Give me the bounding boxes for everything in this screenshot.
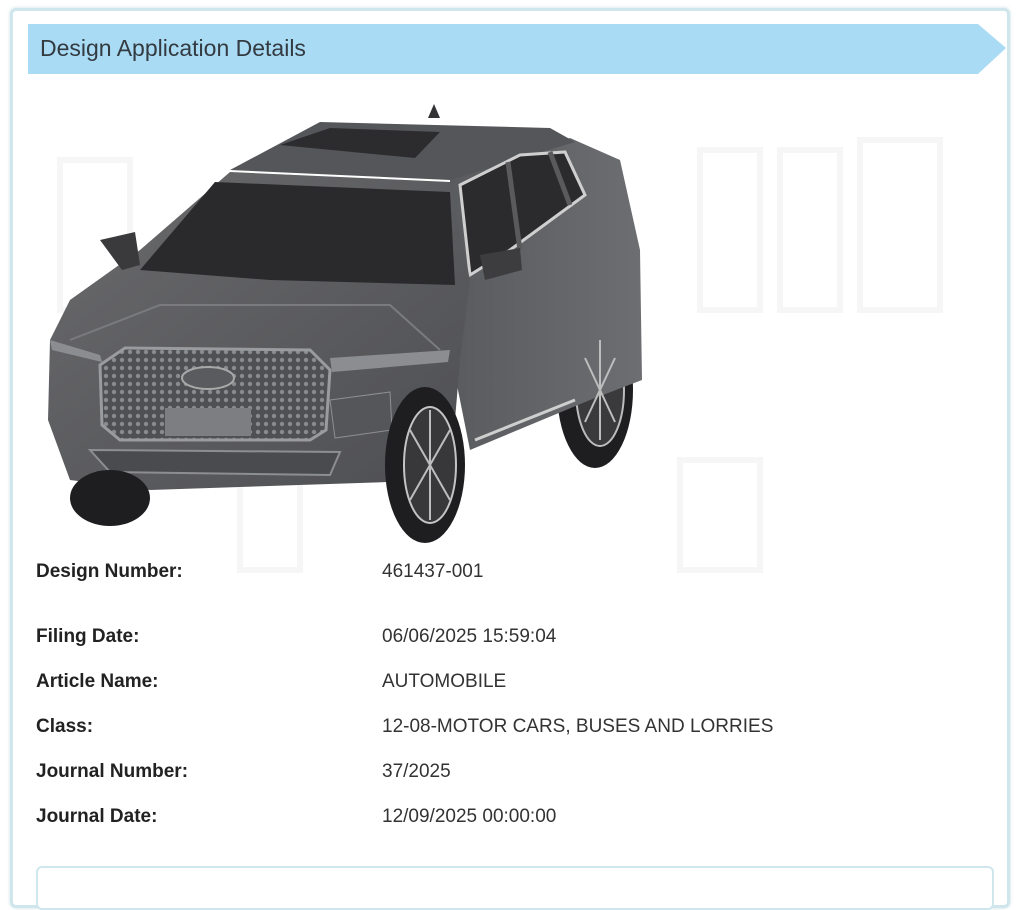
filing-date-value: 06/06/2025 15:59:04 [382,622,556,652]
detail-row-class: Class: 12-08-MOTOR CARS, BUSES AND LORRI… [36,712,996,742]
detail-row-filing-date: Filing Date: 06/06/2025 15:59:04 [36,622,996,652]
section-header-banner: Design Application Details [28,22,1008,74]
journal-date-value: 12/09/2025 00:00:00 [382,802,556,832]
design-number-label: Design Number: [36,557,183,587]
detail-row-design-number: Design Number: 461437-001 [36,557,996,587]
detail-row-journal-date: Journal Date: 12/09/2025 00:00:00 [36,802,996,832]
article-name-value: AUTOMOBILE [382,667,506,697]
design-number-value: 461437-001 [382,557,483,587]
class-label: Class: [36,712,93,742]
journal-number-label: Journal Number: [36,757,188,787]
class-value: 12-08-MOTOR CARS, BUSES AND LORRIES [382,712,773,742]
section-title: Design Application Details [40,22,306,74]
detail-row-article-name: Article Name: AUTOMOBILE [36,667,996,697]
detail-row-journal-number: Journal Number: 37/2025 [36,757,996,787]
design-image-automobile [30,100,660,545]
journal-date-label: Journal Date: [36,802,157,832]
filing-date-label: Filing Date: [36,622,139,652]
article-name-label: Article Name: [36,667,159,697]
journal-number-value: 37/2025 [382,757,451,787]
next-section-panel [36,866,994,910]
